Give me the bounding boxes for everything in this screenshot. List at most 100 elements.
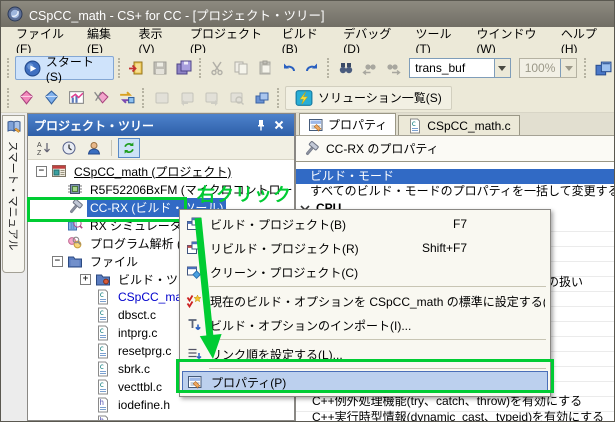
project-tree-title: プロジェクト・ツリー: [34, 118, 155, 133]
toolbar-grip[interactable]: [327, 58, 331, 78]
cascade-windows-button[interactable]: [250, 86, 273, 109]
search-combo[interactable]: trans_buf: [409, 58, 511, 78]
toolbar-grip[interactable]: [7, 87, 11, 108]
context-menu-item-import-build-options[interactable]: ビルド・オプションのインポート(I)...: [182, 313, 548, 337]
tab-source-file[interactable]: c CSpCC_math.c: [398, 115, 520, 135]
tree-item-label: R5F52206BxFM (マイクロコントローラ): [90, 182, 294, 197]
context-menu-item-label: 現在のビルド・オプションを CSpCC_math の標準に設定する(S): [210, 294, 545, 309]
tree-item-label: intprg.c: [118, 326, 158, 340]
analysis-icon: [67, 235, 83, 251]
tree-item-label: vecttbl.c: [118, 380, 163, 394]
c-file-icon: c: [95, 343, 111, 359]
c-file-icon: c: [95, 289, 111, 305]
cut-gem-button[interactable]: [90, 86, 113, 109]
collapse-icon[interactable]: −: [36, 165, 47, 177]
h-file-icon: h: [95, 415, 111, 420]
find-button[interactable]: [335, 57, 357, 80]
find-next-button[interactable]: [382, 57, 404, 80]
svg-text:c: c: [412, 119, 417, 128]
zoom-combo-dropdown-icon: [560, 59, 577, 77]
svg-text:Z: Z: [37, 150, 42, 156]
search-combo-dropdown-icon[interactable]: [493, 59, 510, 77]
svg-text:c: c: [100, 344, 105, 353]
clock-icon[interactable]: [58, 138, 80, 158]
svg-text:c: c: [100, 308, 105, 317]
c-file-icon: c: [95, 379, 111, 395]
step-back-window-button[interactable]: [175, 86, 198, 109]
zoom-combo[interactable]: 100%: [518, 58, 578, 78]
property-icon: [308, 117, 324, 133]
tree-item-project-root[interactable]: − CSpCC_math (プロジェクト): [28, 162, 294, 180]
sort-icon[interactable]: AZ: [33, 138, 55, 158]
tab-label: プロパティ: [328, 118, 388, 132]
toolbar-grip[interactable]: [7, 58, 11, 78]
svg-text:c: c: [100, 380, 105, 389]
svg-text:A: A: [37, 142, 42, 149]
smart-manual-tab-label: スマート・マニュアル: [6, 141, 19, 251]
manual-book-icon: [6, 119, 22, 135]
close-icon[interactable]: [270, 117, 288, 133]
c-file-icon: c: [95, 307, 111, 323]
context-menu-item-label: プロパティ(P): [211, 375, 287, 390]
user-icon[interactable]: [83, 138, 105, 158]
tab-properties[interactable]: プロパティ: [299, 113, 397, 135]
menu-separator: [209, 368, 546, 369]
pin-icon[interactable]: [252, 117, 270, 133]
start-button[interactable]: スタート(S): [14, 55, 114, 84]
toolbar-grip[interactable]: [142, 87, 146, 108]
collapse-icon[interactable]: −: [52, 255, 63, 267]
svg-text:h: h: [100, 416, 105, 420]
connect-gem-button[interactable]: [40, 86, 63, 109]
property-icon: [186, 374, 204, 390]
copy-button[interactable]: [230, 57, 252, 80]
context-menu-item-set-default-build-options[interactable]: 現在のビルド・オプションを CSpCC_math の標準に設定する(S): [182, 289, 548, 313]
save-button[interactable]: [149, 57, 171, 80]
menu-bar: ファイル(F) 編集(E) 表示(V) プロジェクト(P) ビルド(B) デバッグ(D) ツ…: [1, 27, 614, 56]
swap-gem-button[interactable]: [115, 86, 138, 109]
toolbar-grip[interactable]: [584, 58, 588, 78]
solution-list-label: ソリューション一覧(S): [318, 91, 442, 105]
link-order-icon: [185, 346, 203, 362]
open-project-button[interactable]: [126, 57, 148, 80]
smart-manual-tab[interactable]: スマート・マニュアル: [2, 115, 25, 273]
tree-item-microcontroller[interactable]: R5F52206BxFM (マイクロコントローラ): [28, 180, 294, 198]
expand-icon[interactable]: +: [80, 273, 91, 285]
context-menu-item-set-link-order[interactable]: リンク順を設定する(L)...: [182, 342, 548, 366]
tree-item-file-clipped[interactable]: h: [28, 414, 294, 420]
property-row-build-mode[interactable]: ビルド・モード: [296, 169, 614, 184]
cut-button[interactable]: [207, 57, 229, 80]
refresh-icon[interactable]: [118, 137, 140, 158]
menu-separator: [209, 286, 546, 287]
context-menu-item-properties[interactable]: プロパティ(P): [182, 371, 548, 393]
inspect-window-button[interactable]: [225, 86, 248, 109]
side-strip: スマート・マニュアル: [1, 113, 27, 421]
solution-list-icon: [295, 89, 313, 107]
project-tree-toolbar: AZ: [28, 136, 294, 160]
toolbar-grip[interactable]: [198, 58, 203, 78]
context-menu-item-clean-project[interactable]: クリーン・プロジェクト(C): [182, 260, 548, 284]
find-previous-button[interactable]: [359, 57, 381, 80]
undo-button[interactable]: [278, 57, 300, 80]
watch-window-button[interactable]: [150, 86, 173, 109]
tree-item-file-iodefine-h[interactable]: h iodefine.h: [28, 396, 294, 414]
context-menu: ビルド・プロジェクト(B) F7 リビルド・プロジェクト(R) Shift+F7 クリー…: [179, 209, 551, 397]
download-gem-button[interactable]: [15, 86, 38, 109]
app-window: CSpCC_math - CS+ for CC - [プロジェクト・ツリー] フ…: [0, 0, 615, 422]
property-row-cpp-rtti[interactable]: C++実行時型情報(dynamic_cast、typeid)を有効にする: [312, 408, 604, 421]
folder-build-icon: [95, 271, 111, 287]
search-combo-value: trans_buf: [415, 61, 466, 75]
hammer-icon: [67, 199, 83, 215]
paste-button[interactable]: [254, 57, 276, 80]
toolbar-grip[interactable]: [117, 58, 122, 78]
context-menu-item-build-project[interactable]: ビルド・プロジェクト(B) F7: [182, 212, 548, 236]
solution-list-button[interactable]: ソリューション一覧(S): [285, 85, 452, 110]
redo-button[interactable]: [301, 57, 323, 80]
step-over-window-button[interactable]: [200, 86, 223, 109]
rebuild-icon: [185, 240, 203, 256]
save-all-button[interactable]: [173, 57, 195, 80]
svg-text:c: c: [100, 326, 105, 335]
solution-window-button[interactable]: [592, 57, 614, 80]
toolbar-grip[interactable]: [277, 87, 281, 108]
context-menu-item-rebuild-project[interactable]: リビルド・プロジェクト(R) Shift+F7: [182, 236, 548, 260]
trace-chart-button[interactable]: [65, 86, 88, 109]
